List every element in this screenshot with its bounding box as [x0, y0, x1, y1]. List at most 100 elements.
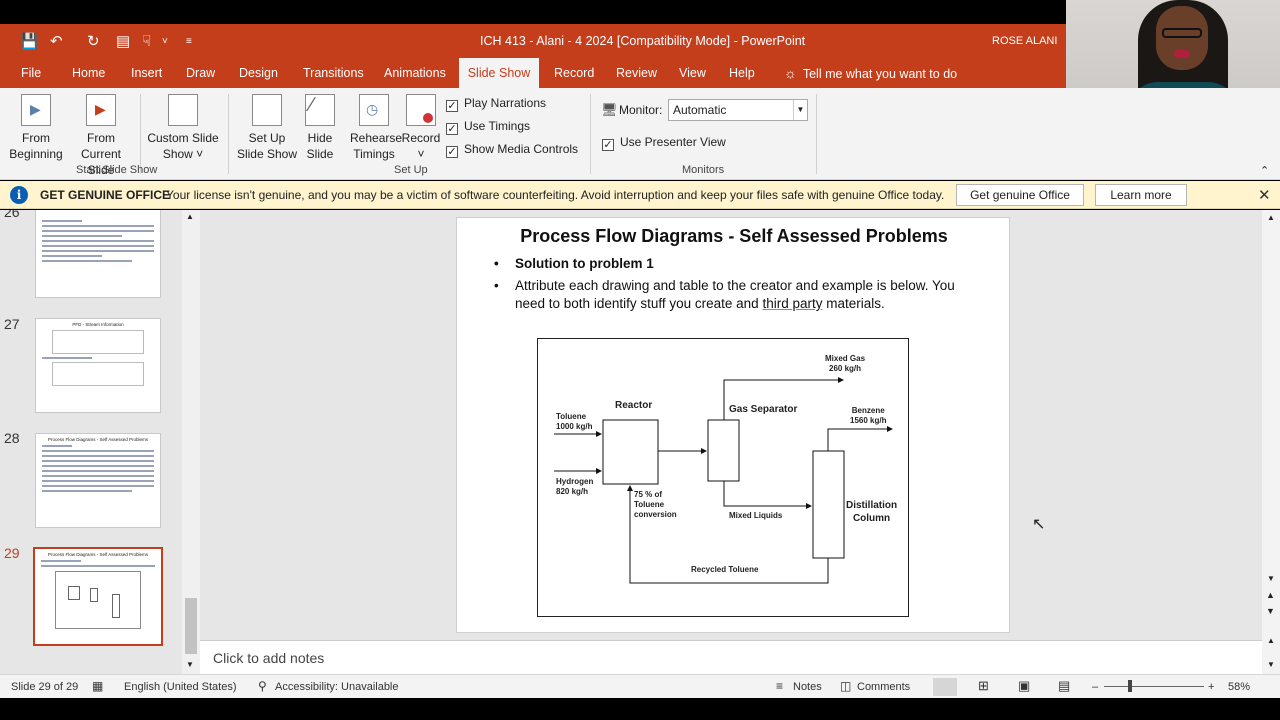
notes-button[interactable]: Notes: [793, 681, 822, 693]
slide-thumbnail[interactable]: PFD - Stream Information: [35, 318, 161, 413]
spelling-check-icon[interactable]: ▦: [92, 679, 103, 693]
tab-home[interactable]: Home: [72, 66, 105, 80]
save-icon[interactable]: 💾: [20, 32, 39, 50]
use-timings-label: Use Timings: [464, 119, 531, 133]
tab-file[interactable]: File: [21, 66, 41, 80]
user-name[interactable]: ROSE ALANI: [992, 35, 1057, 47]
scroll-up-icon[interactable]: ▲: [1267, 213, 1275, 222]
zoom-in-icon[interactable]: +: [1208, 681, 1214, 693]
redo-icon[interactable]: ↻: [87, 32, 100, 50]
presenter-face: [1156, 6, 1208, 70]
notes-scroll-up-icon[interactable]: ▲: [1267, 636, 1275, 645]
mixed-liquids-label: Mixed Liquids: [729, 511, 783, 520]
zoom-level[interactable]: 58%: [1228, 681, 1250, 693]
slide-counter: Slide 29 of 29: [11, 681, 79, 693]
play-narrations-checkbox[interactable]: ✓ Play Narrations: [446, 96, 546, 112]
slide-number: 28: [4, 430, 20, 446]
normal-view-icon[interactable]: [933, 678, 957, 696]
zoom-slider[interactable]: [1104, 686, 1204, 687]
slide-show-view-icon[interactable]: ▤: [1058, 678, 1070, 694]
gas-separator-box: [707, 419, 740, 482]
slide-title[interactable]: Process Flow Diagrams - Self Assessed Pr…: [457, 226, 1011, 247]
tab-review[interactable]: Review: [616, 66, 657, 80]
tab-help[interactable]: Help: [729, 66, 755, 80]
reactor-box: [602, 419, 659, 485]
thumb-title: Process Flow Diagrams - Self Assessed Pr…: [47, 552, 149, 557]
bullet-attribute[interactable]: • Attribute each drawing and table to th…: [494, 277, 995, 313]
tab-draw[interactable]: Draw: [186, 66, 215, 80]
present-icon[interactable]: ▤: [116, 32, 130, 50]
slide-thumbnail[interactable]: [35, 210, 161, 298]
record-button[interactable]: Record ˅: [400, 94, 442, 162]
comments-button[interactable]: Comments: [857, 681, 910, 693]
notes-placeholder[interactable]: Click to add notes: [213, 650, 324, 666]
ribbon-separator: [590, 94, 591, 174]
monitors-group-label: Monitors: [682, 164, 725, 176]
play-from-current-icon: ▶: [86, 94, 116, 126]
tab-transitions[interactable]: Transitions: [303, 66, 364, 80]
learn-more-button[interactable]: Learn more: [1095, 184, 1187, 206]
record-icon: [406, 94, 436, 126]
tab-animations[interactable]: Animations: [384, 66, 446, 80]
from-beginning-button[interactable]: ▶ From Beginning: [8, 94, 64, 162]
tab-view[interactable]: View: [679, 66, 706, 80]
tab-record[interactable]: Record: [554, 66, 594, 80]
close-icon[interactable]: ✕: [1258, 186, 1271, 204]
ribbon: ▶ From Beginning ▶ From Current Slide Cu…: [0, 88, 1280, 180]
use-presenter-view-checkbox[interactable]: ✓ Use Presenter View: [602, 135, 726, 151]
tab-design[interactable]: Design: [239, 66, 278, 80]
banner-title: GET GENUINE OFFICE: [40, 188, 171, 202]
rehearse-timings-button[interactable]: ◷ Rehearse Timings: [350, 94, 402, 162]
custom-slide-show-label: Custom Slide Show ˅: [147, 131, 219, 161]
custom-slide-show-button[interactable]: Custom Slide Show ˅: [146, 94, 220, 162]
slide-thumbnail-selected[interactable]: Process Flow Diagrams - Self Assessed Pr…: [33, 547, 163, 646]
third-party-link[interactable]: third party: [762, 296, 822, 311]
toluene-feed-label: Toluene 1000 kg/h: [556, 412, 593, 431]
zoom-slider-thumb[interactable]: [1128, 680, 1132, 692]
process-flow-diagram[interactable]: Reactor Toluene 1000 kg/h Hydrogen 820 kg/…: [537, 338, 909, 617]
notes-icon: ≡: [776, 679, 784, 693]
bullet-icon: •: [494, 256, 499, 271]
slide-scrollbar[interactable]: ▲ ▼ ▲ ▼ ▲ ▼: [1262, 210, 1280, 674]
scroll-down-icon[interactable]: ▼: [186, 660, 194, 669]
scroll-down-icon[interactable]: ▼: [1267, 574, 1275, 583]
collapse-ribbon-icon[interactable]: ⌃: [1260, 164, 1269, 177]
get-genuine-office-button[interactable]: Get genuine Office: [956, 184, 1084, 206]
touch-mode-icon[interactable]: ☟: [142, 32, 151, 50]
slide-thumbnail[interactable]: Process Flow Diagrams - Self Assessed Pr…: [35, 433, 161, 528]
monitor-dropdown[interactable]: Automatic ▼: [668, 99, 808, 121]
tell-me-search[interactable]: ☼ Tell me what you want to do: [784, 65, 957, 81]
accessibility-status[interactable]: Accessibility: Unavailable: [275, 681, 399, 693]
tab-slide-show[interactable]: Slide Show: [459, 58, 539, 88]
language-indicator[interactable]: English (United States): [124, 681, 237, 693]
bullet-solution[interactable]: • Solution to problem 1: [494, 255, 654, 273]
slide-sorter-icon[interactable]: ⊞: [978, 678, 989, 694]
hide-slide-icon: ∕: [305, 94, 335, 126]
thumb-title: PFD - Stream Information: [72, 322, 124, 327]
play-from-start-icon: ▶: [21, 94, 51, 126]
zoom-out-icon[interactable]: –: [1092, 681, 1098, 693]
thumbnail-scrollbar[interactable]: ▲ ▼: [182, 210, 200, 674]
undo-icon[interactable]: ↶: [50, 32, 63, 50]
tab-insert[interactable]: Insert: [131, 66, 162, 80]
scrollbar-thumb[interactable]: [185, 598, 197, 654]
recycled-toluene-label: Recycled Toluene: [691, 565, 759, 574]
next-slide-icon[interactable]: ▼: [1266, 606, 1275, 616]
use-timings-checkbox[interactable]: ✓ Use Timings: [446, 119, 530, 135]
hide-slide-button[interactable]: ∕ Hide Slide: [302, 94, 338, 162]
checkbox-checked-icon: ✓: [602, 139, 614, 151]
chevron-down-icon: ▼: [793, 100, 807, 120]
touch-dropdown-icon[interactable]: ˅: [162, 36, 168, 47]
show-media-controls-checkbox[interactable]: ✓ Show Media Controls: [446, 142, 578, 158]
slide-canvas[interactable]: Process Flow Diagrams - Self Assessed Pr…: [456, 217, 1010, 633]
setup-show-icon: [252, 94, 282, 126]
scroll-up-icon[interactable]: ▲: [186, 212, 194, 221]
previous-slide-icon[interactable]: ▲: [1266, 590, 1275, 600]
set-up-slide-show-button[interactable]: Set Up Slide Show: [236, 94, 298, 162]
thumb-title: Process Flow Diagrams - Self Assessed Pr…: [47, 437, 149, 442]
bullet-icon: •: [494, 278, 499, 293]
reading-view-icon[interactable]: ▣: [1018, 678, 1030, 694]
customize-toolbar-icon[interactable]: ≡: [186, 36, 192, 47]
accessibility-icon: ⚲: [258, 679, 267, 693]
notes-scroll-down-icon[interactable]: ▼: [1267, 660, 1275, 669]
